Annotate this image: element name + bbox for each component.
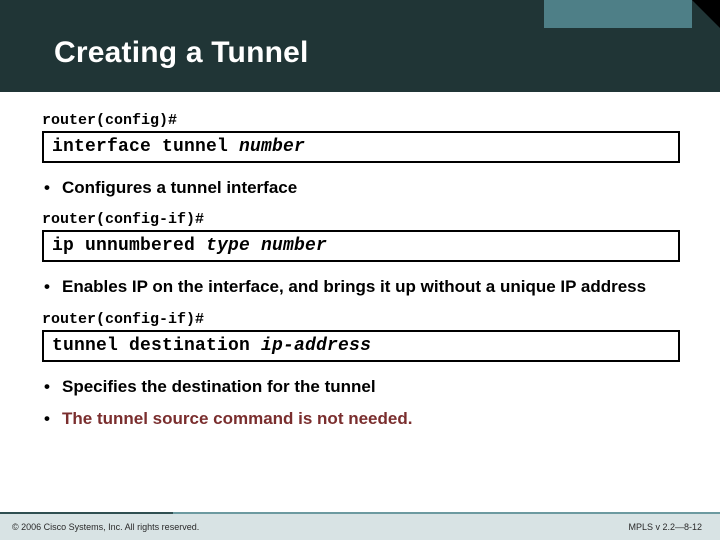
command-box: interface tunnel number bbox=[42, 131, 680, 163]
header-band: Creating a Tunnel bbox=[0, 0, 720, 92]
command-param: type number bbox=[206, 236, 327, 256]
copyright-text: © 2006 Cisco Systems, Inc. All rights re… bbox=[12, 522, 199, 532]
bullet-item: Configures a tunnel interface bbox=[42, 177, 680, 199]
bullet-list: Specifies the destination for the tunnel… bbox=[42, 376, 680, 431]
bullet-item-highlight: The tunnel source command is not needed. bbox=[42, 408, 680, 430]
cli-prompt: router(config-if)# bbox=[42, 211, 680, 228]
command-box: ip unnumbered type number bbox=[42, 230, 680, 262]
footer-bar: © 2006 Cisco Systems, Inc. All rights re… bbox=[0, 514, 720, 540]
bullet-item: Specifies the destination for the tunnel bbox=[42, 376, 680, 398]
header-accent-strip bbox=[544, 0, 692, 28]
content-area: router(config)# interface tunnel number … bbox=[0, 92, 720, 431]
slide-number: MPLS v 2.2—8-12 bbox=[628, 522, 702, 532]
cli-prompt: router(config)# bbox=[42, 112, 680, 129]
command-text: tunnel destination bbox=[52, 336, 261, 356]
bullet-item: Enables IP on the interface, and brings … bbox=[42, 276, 680, 298]
command-text: ip unnumbered bbox=[52, 236, 206, 256]
command-param: ip-address bbox=[261, 336, 371, 356]
slide: Creating a Tunnel router(config)# interf… bbox=[0, 0, 720, 540]
command-box: tunnel destination ip-address bbox=[42, 330, 680, 362]
bullet-list: Configures a tunnel interface bbox=[42, 177, 680, 199]
corner-notch-icon bbox=[692, 0, 720, 28]
command-param: number bbox=[239, 137, 305, 157]
cli-prompt: router(config-if)# bbox=[42, 311, 680, 328]
bullet-list: Enables IP on the interface, and brings … bbox=[42, 276, 680, 298]
command-text: interface tunnel bbox=[52, 137, 239, 157]
page-title: Creating a Tunnel bbox=[54, 36, 309, 70]
